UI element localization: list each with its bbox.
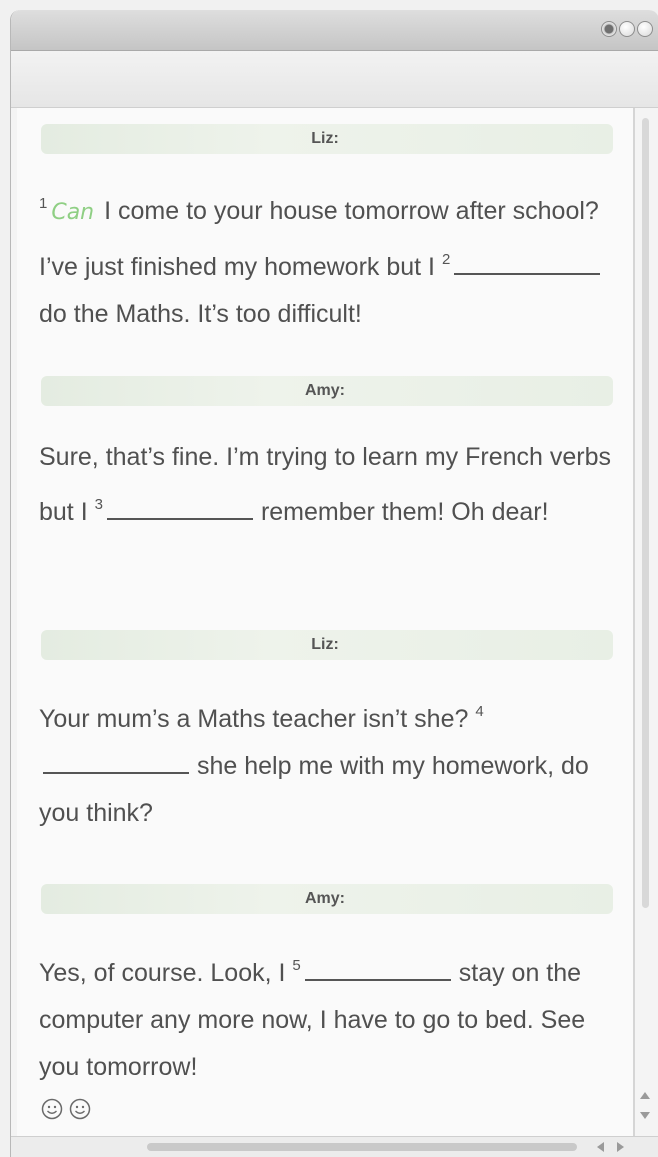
chat-transcript: Liz: 1 Can I come to your house tomorrow a…	[17, 108, 634, 1138]
answer-blank[interactable]	[304, 957, 451, 981]
speaker-name: Amy:	[304, 890, 345, 907]
scroll-up-arrow-icon[interactable]	[640, 1092, 650, 1099]
scroll-left-arrow-icon[interactable]	[597, 1142, 604, 1152]
minimize-button[interactable]	[619, 21, 635, 37]
zoom-button[interactable]	[637, 21, 653, 37]
smiley-icon[interactable]	[69, 1098, 91, 1120]
message-text: Sure, that’s fine. I’m trying to learn m…	[39, 434, 619, 536]
message-fragment: Yes, of course. Look, I	[39, 959, 293, 987]
gap-number: 5	[292, 957, 301, 974]
message-text: Yes, of course. Look, I 5 stay on the com…	[39, 942, 619, 1091]
scroll-down-arrow-icon[interactable]	[640, 1112, 650, 1119]
message-fragment: do the Maths. It’s too difficult!	[39, 300, 362, 328]
vertical-scroll-thumb[interactable]	[642, 118, 649, 908]
gap-number: 1	[39, 195, 48, 212]
horizontal-scrollbar[interactable]	[11, 1136, 658, 1157]
message-text: Your mum’s a Maths teacher isn’t she? 4s…	[39, 688, 619, 837]
vertical-scrollbar[interactable]	[634, 108, 658, 1138]
message-fragment: Your mum’s a Maths teacher isn’t she?	[39, 705, 476, 733]
filled-answer: Can	[51, 200, 95, 225]
scroll-right-arrow-icon[interactable]	[617, 1142, 624, 1152]
emoji-row	[41, 1098, 91, 1120]
chat-window: Liz: 1 Can I come to your house tomorrow a…	[10, 10, 658, 1157]
speaker-name: Liz:	[311, 636, 339, 653]
answer-blank[interactable]	[454, 251, 601, 275]
message-text: 1 Can I come to your house tomorrow after …	[39, 180, 619, 338]
gap-number: 4	[475, 703, 484, 720]
speaker-name: Amy:	[304, 382, 345, 399]
gap-number: 3	[94, 496, 103, 513]
answer-blank[interactable]	[43, 750, 189, 774]
horizontal-scroll-thumb[interactable]	[147, 1143, 577, 1151]
message-fragment: remember them! Oh dear!	[260, 498, 549, 526]
speaker-name: Liz:	[311, 130, 339, 147]
gap-number: 2	[441, 251, 451, 268]
close-button[interactable]	[601, 21, 617, 37]
smiley-icon[interactable]	[41, 1098, 63, 1120]
answer-blank[interactable]	[106, 496, 253, 520]
title-bar[interactable]	[11, 10, 658, 51]
toolbar	[11, 51, 658, 108]
window-controls	[601, 21, 653, 37]
